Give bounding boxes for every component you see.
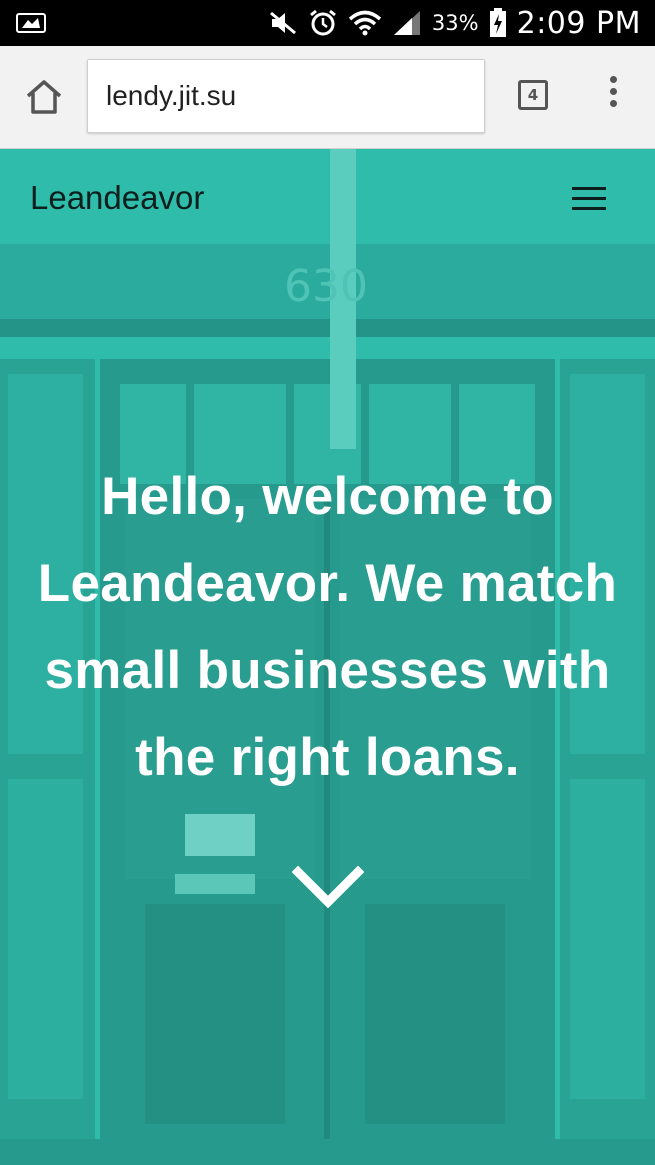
clock: 2:09 PM xyxy=(516,5,641,41)
wifi-icon xyxy=(348,10,382,36)
home-icon[interactable] xyxy=(22,76,66,120)
chevron-down-icon[interactable] xyxy=(292,866,364,912)
brand-logo-text[interactable]: Leandeavor xyxy=(30,179,204,217)
mute-icon xyxy=(268,10,298,36)
url-text: lendy.jit.su xyxy=(106,80,237,111)
alarm-icon xyxy=(308,8,338,38)
battery-charging-icon xyxy=(489,8,507,38)
tabs-icon[interactable]: 4 xyxy=(518,80,548,110)
browser-toolbar: lendy.jit.su 4 xyxy=(0,46,655,149)
url-bar[interactable]: lendy.jit.su xyxy=(87,59,485,133)
overflow-menu-icon[interactable] xyxy=(600,76,626,116)
hero-section: 630 Leandeavor Hello, welcome to Leandea… xyxy=(0,149,655,1165)
signal-icon xyxy=(392,9,422,37)
battery-percent: 33% xyxy=(431,11,479,35)
mlb-logo-icon xyxy=(16,13,46,33)
hero-headline: Hello, welcome to Leandeavor. We match s… xyxy=(37,467,618,787)
hamburger-menu-icon[interactable] xyxy=(572,187,606,211)
status-bar: 33% 2:09 PM xyxy=(0,0,655,46)
